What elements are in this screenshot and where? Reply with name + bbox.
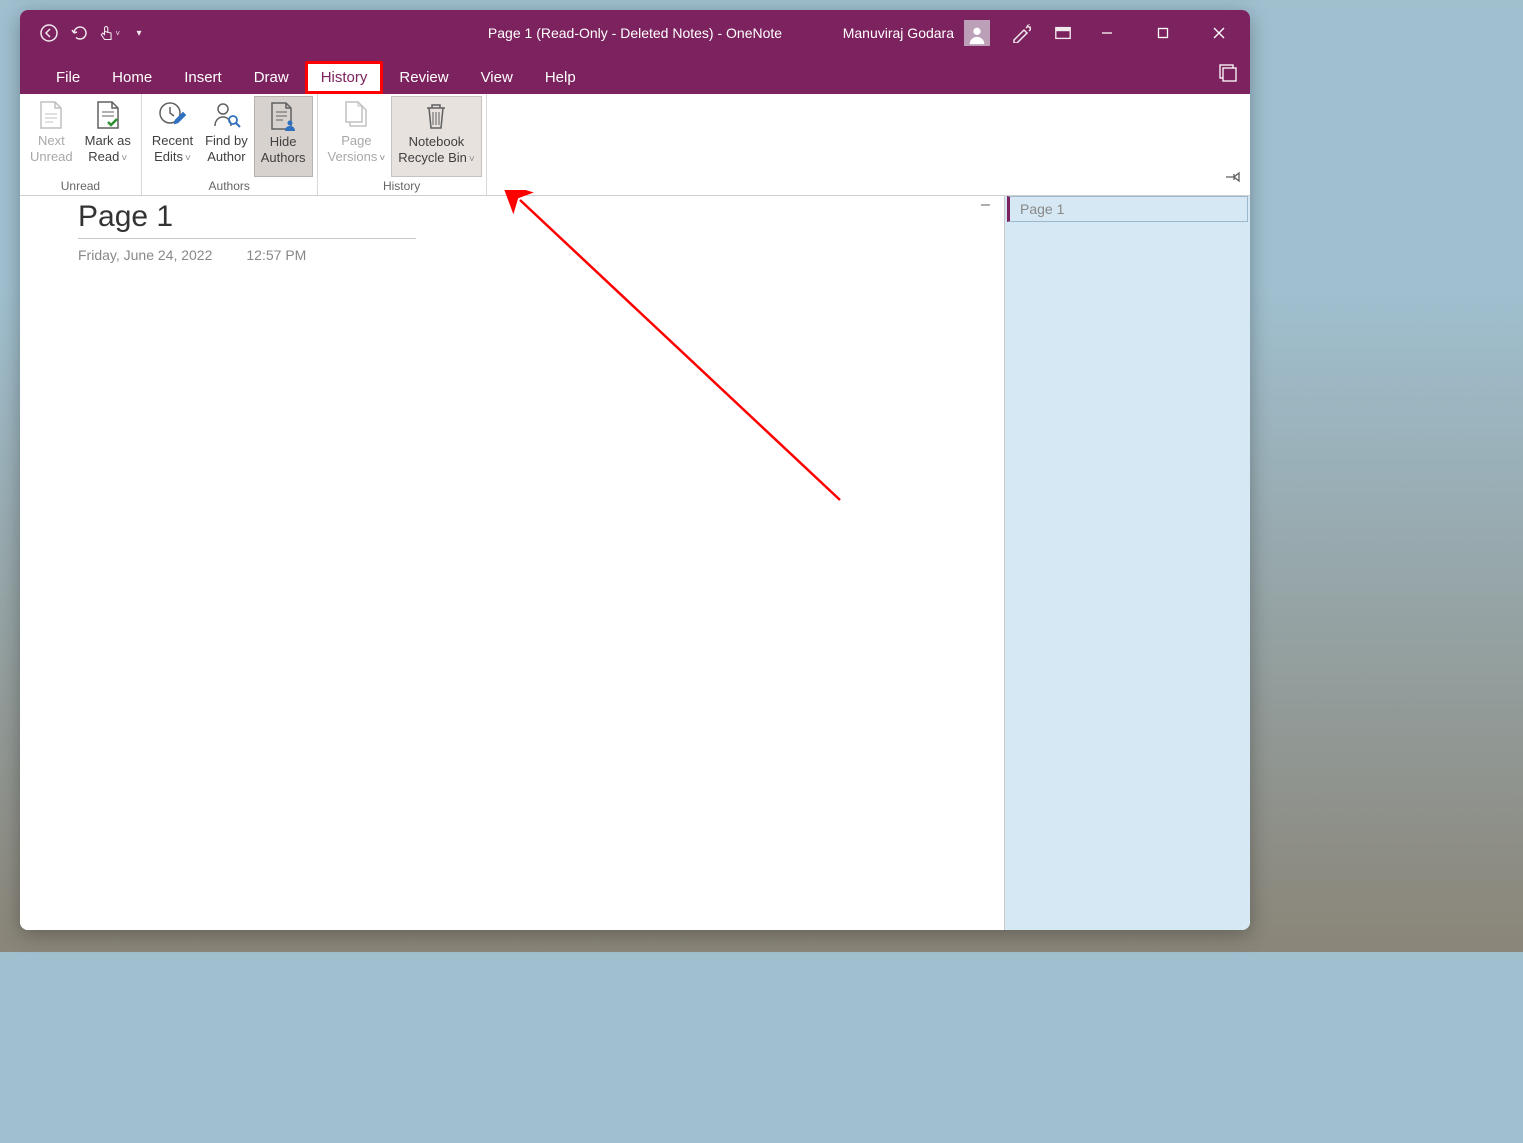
ribbon-group-history: Page Versions˅ Notebook Recycle Bin˅ His… bbox=[318, 94, 487, 195]
chevron-down-icon: ˅ bbox=[469, 154, 475, 165]
pin-ribbon-icon[interactable] bbox=[1224, 170, 1240, 189]
quick-access-toolbar: ˅ ▾ bbox=[20, 22, 150, 44]
recent-edits-button[interactable]: Recent Edits˅ bbox=[146, 96, 199, 177]
group-label-authors: Authors bbox=[209, 177, 250, 195]
ribbon-group-authors: Recent Edits˅ Find by Author Hide Author… bbox=[142, 94, 318, 195]
back-icon[interactable] bbox=[38, 22, 60, 44]
tab-file[interactable]: File bbox=[40, 61, 96, 94]
chevron-down-icon: ˅ bbox=[121, 153, 127, 164]
ribbon-mode-icon[interactable] bbox=[1052, 22, 1074, 44]
tab-home[interactable]: Home bbox=[96, 61, 168, 94]
page-canvas[interactable]: Page 1 Friday, June 24, 2022 12:57 PM bbox=[20, 196, 1004, 930]
notebook-recycle-bin-button[interactable]: Notebook Recycle Bin˅ bbox=[391, 96, 481, 177]
ribbon: Next Unread Mark as Read˅ Unread bbox=[20, 94, 1250, 196]
undo-icon[interactable] bbox=[68, 22, 90, 44]
ribbon-group-unread: Next Unread Mark as Read˅ Unread bbox=[20, 94, 142, 195]
hide-authors-button[interactable]: Hide Authors bbox=[254, 96, 313, 177]
page-time: 12:57 PM bbox=[246, 247, 306, 263]
titlebar: ˅ ▾ Page 1 (Read-Only - Deleted Notes) -… bbox=[20, 10, 1250, 56]
drawing-icon[interactable] bbox=[1010, 22, 1032, 44]
page-check-icon bbox=[92, 99, 124, 131]
window-title: Page 1 (Read-Only - Deleted Notes) - One… bbox=[488, 25, 782, 41]
ribbon-tabs: File Home Insert Draw History Review Vie… bbox=[20, 56, 1250, 94]
trash-icon bbox=[420, 100, 452, 132]
titlebar-right: Manuviraj Godara bbox=[843, 10, 1250, 56]
share-icon[interactable] bbox=[1218, 62, 1238, 87]
close-button[interactable] bbox=[1196, 10, 1242, 56]
customize-qat-icon[interactable]: ▾ bbox=[128, 22, 150, 44]
collapse-sidebar-icon[interactable]: – bbox=[981, 196, 990, 214]
next-unread-button: Next Unread bbox=[24, 96, 79, 177]
avatar[interactable] bbox=[964, 20, 990, 46]
group-label-history: History bbox=[383, 177, 420, 195]
minimize-button[interactable] bbox=[1084, 10, 1130, 56]
page-person-icon bbox=[267, 100, 299, 132]
tab-view[interactable]: View bbox=[465, 61, 529, 94]
tab-history[interactable]: History bbox=[305, 61, 384, 94]
tab-insert[interactable]: Insert bbox=[168, 61, 238, 94]
user-name[interactable]: Manuviraj Godara bbox=[843, 25, 954, 41]
app-window: ˅ ▾ Page 1 (Read-Only - Deleted Notes) -… bbox=[20, 10, 1250, 930]
tab-review[interactable]: Review bbox=[383, 61, 464, 94]
page-meta: Friday, June 24, 2022 12:57 PM bbox=[78, 247, 1004, 263]
maximize-button[interactable] bbox=[1140, 10, 1186, 56]
clock-edit-icon bbox=[156, 99, 188, 131]
page-versions-button: Page Versions˅ bbox=[322, 96, 392, 177]
content-area: Page 1 Friday, June 24, 2022 12:57 PM – … bbox=[20, 196, 1250, 930]
group-label-unread: Unread bbox=[61, 177, 100, 195]
page-icon bbox=[35, 99, 67, 131]
page-title[interactable]: Page 1 bbox=[78, 200, 416, 239]
chevron-down-icon: ˅ bbox=[185, 153, 191, 164]
touch-mode-icon[interactable]: ˅ bbox=[98, 22, 120, 44]
person-search-icon bbox=[210, 99, 242, 131]
page-list-item[interactable]: Page 1 bbox=[1007, 196, 1248, 222]
mark-as-read-button[interactable]: Mark as Read˅ bbox=[79, 96, 137, 177]
find-by-author-button[interactable]: Find by Author bbox=[199, 96, 254, 177]
tab-draw[interactable]: Draw bbox=[238, 61, 305, 94]
page-date: Friday, June 24, 2022 bbox=[78, 247, 212, 263]
tab-help[interactable]: Help bbox=[529, 61, 592, 94]
page-list-sidebar: – Page 1 bbox=[1004, 196, 1250, 930]
chevron-down-icon: ˅ bbox=[379, 153, 385, 164]
pages-stack-icon bbox=[340, 99, 372, 131]
